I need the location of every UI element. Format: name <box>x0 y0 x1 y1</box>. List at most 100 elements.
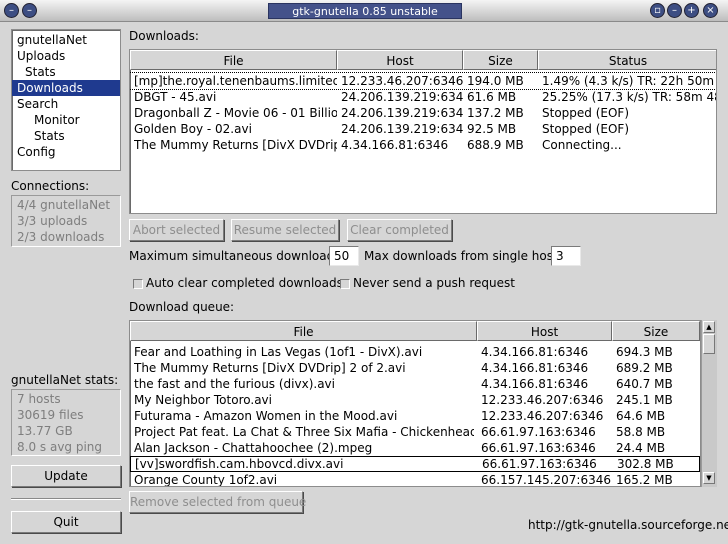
auto-clear-label: Auto clear completed downloads <box>146 276 343 290</box>
download-cell-file: Golden Boy - 02.avi <box>134 122 252 136</box>
nav-item-gnutellanet[interactable]: gnutellaNet <box>12 32 120 48</box>
stats-box: 7 hosts 30619 files 13.77 GB 8.0 s avg p… <box>11 389 121 456</box>
nav-item-monitor[interactable]: Monitor <box>12 112 120 128</box>
resume-selected-button[interactable]: Resume selected <box>231 219 339 241</box>
queue-row[interactable]: The Mummy Returns [DivX DVDrip] 2 of 2.a… <box>130 360 700 376</box>
download-cell-size: 92.5 MB <box>467 122 517 136</box>
queue-header-file[interactable]: File <box>130 321 477 341</box>
download-row[interactable]: Dragonball Z - Movie 06 - 01 Billio 24.20… <box>130 105 716 121</box>
queue-cell-size: 165.2 MB <box>616 473 673 487</box>
download-cell-size: 61.6 MB <box>467 90 517 104</box>
download-cell-file: The Mummy Returns [DivX DVDrip] <box>134 138 337 152</box>
nav-item-stats[interactable]: Stats <box>12 128 120 144</box>
iconify-icon[interactable]: ▫ <box>650 3 665 18</box>
downloads-header-status[interactable]: Status <box>538 50 716 70</box>
close-icon[interactable]: × <box>703 3 718 18</box>
queue-row[interactable]: [vv]swordfish.cam.hbovcd.divx.avi 66.61.9… <box>130 456 700 472</box>
stats-ping: 8.0 s avg ping <box>17 440 103 454</box>
downloads-header-size[interactable]: Size <box>463 50 538 70</box>
max-per-host-label: Max downloads from single host: <box>364 249 562 263</box>
clear-completed-button[interactable]: Clear completed <box>347 219 452 241</box>
footer-url[interactable]: http://gtk-gnutella.sourceforge.net/ <box>528 518 728 532</box>
max-per-host-input[interactable]: 3 <box>551 246 581 266</box>
queue-cell-host: 66.61.97.163:6346 <box>481 425 596 439</box>
queue-cell-file: the fast and the furious (divx).avi <box>134 377 335 391</box>
queue-row[interactable]: Orange County 1of2.avi 66.157.145.207:634… <box>130 472 700 487</box>
maximize-icon[interactable]: + <box>684 3 699 18</box>
queue-scrollbar[interactable]: ▲ ▼ <box>701 320 717 487</box>
queue-row[interactable]: My Neighbor Totoro.avi 12.233.46.207:6346… <box>130 392 700 408</box>
download-cell-status: 25.25% (17.3 k/s) TR: 58m 48s <box>542 90 717 104</box>
never-push-label: Never send a push request <box>353 276 515 290</box>
download-cell-status: Stopped (EOF) <box>542 106 630 120</box>
nav-tree: gnutellaNet Uploads Stats Downloads Search Mo… <box>11 29 121 171</box>
queue-cell-host: 66.61.97.163:6346 <box>482 457 597 471</box>
nav-item-downloads[interactable]: Downloads <box>12 80 120 96</box>
download-cell-file: Dragonball Z - Movie 06 - 01 Billio <box>134 106 337 120</box>
shade-icon[interactable]: – <box>22 3 37 18</box>
queue-cell-file: Project Pat feat. La Chat & Three Six Ma… <box>134 425 474 439</box>
queue-row[interactable]: Futurama - Amazon Women in the Mood.avi 1… <box>130 408 700 424</box>
minimize-icon[interactable]: – <box>667 3 682 18</box>
title-bar: – – gtk-gnutella 0.85 unstable ▫ – + × <box>0 0 728 22</box>
download-cell-host: 12.233.46.207:6346 <box>341 74 463 88</box>
queue-row[interactable]: Project Pat feat. La Chat & Three Six Ma… <box>130 424 700 440</box>
downloads-header-file[interactable]: File <box>130 50 337 70</box>
scroll-up-icon[interactable]: ▲ <box>703 321 715 333</box>
download-row[interactable]: DBGT - 45.avi 24.206.139.219:6346 61.6 MB 2… <box>130 89 717 105</box>
download-row[interactable]: [mp]the.royal.tenenbaums.limited.scr 12.2… <box>130 72 716 90</box>
scroll-thumb[interactable] <box>703 334 715 354</box>
queue-row[interactable]: Fear and Loathing in Las Vegas (1of1 - D… <box>130 344 700 360</box>
connections-downloads: 2/3 downloads <box>17 230 105 244</box>
scroll-down-icon[interactable]: ▼ <box>703 472 715 484</box>
downloads-header-host[interactable]: Host <box>337 50 463 70</box>
quit-button[interactable]: Quit <box>11 511 121 533</box>
nav-item-stats[interactable]: Stats <box>12 64 120 80</box>
queue-header-host[interactable]: Host <box>477 321 612 341</box>
queue-cell-file: My Neighbor Totoro.avi <box>134 393 272 407</box>
queue-cell-file: [vv]swordfish.cam.hbovcd.divx.avi <box>135 457 344 471</box>
queue-cell-host: 4.34.166.81:6346 <box>481 361 589 375</box>
download-cell-host: 24.206.139.219:6346 <box>341 106 463 120</box>
download-cell-file: [mp]the.royal.tenenbaums.limited.scr <box>134 74 337 88</box>
download-row[interactable]: The Mummy Returns [DivX DVDrip] 4.34.166.… <box>130 137 716 153</box>
abort-selected-button[interactable]: Abort selected <box>129 219 224 241</box>
nav-item-uploads[interactable]: Uploads <box>12 48 120 64</box>
stats-files: 30619 files <box>17 408 84 422</box>
queue-cell-size: 302.8 MB <box>617 457 674 471</box>
nav-item-search[interactable]: Search <box>12 96 120 112</box>
download-cell-host: 24.206.139.219:6346 <box>341 90 463 104</box>
connections-box: 4/4 gnutellaNet 3/3 uploads 2/3 download… <box>11 195 121 247</box>
max-simultaneous-label: Maximum simultaneous downloads: <box>129 249 345 263</box>
queue-row[interactable]: Alan Jackson - Chattahoochee (2).mpeg 66.… <box>130 440 700 456</box>
stats-hosts: 7 hosts <box>17 392 61 406</box>
download-cell-status: 1.49% (4.3 k/s) TR: 22h 50m <box>542 74 715 88</box>
queue-cell-host: 4.34.166.81:6346 <box>481 345 589 359</box>
downloads-list[interactable]: File Host Size Status [mp]the.royal.tene… <box>129 49 717 214</box>
stats-size: 13.77 GB <box>17 424 73 438</box>
download-cell-size: 194.0 MB <box>467 74 524 88</box>
update-button[interactable]: Update <box>11 465 121 487</box>
auto-clear-checkbox[interactable] <box>133 279 143 289</box>
queue-cell-file: Alan Jackson - Chattahoochee (2).mpeg <box>134 441 373 455</box>
queue-list[interactable]: File Host Size Fear and Loathing in Las … <box>129 320 701 487</box>
stats-label: gnutellaNet stats: <box>11 373 119 387</box>
download-row[interactable]: Golden Boy - 02.avi 24.206.139.219:6346 92… <box>130 121 716 137</box>
download-cell-host: 24.206.139.219:6346 <box>341 122 463 136</box>
remove-from-queue-button[interactable]: Remove selected from queue <box>129 491 306 513</box>
queue-cell-host: 12.233.46.207:6346 <box>481 393 604 407</box>
queue-header-size[interactable]: Size <box>612 321 700 341</box>
queue-cell-size: 245.1 MB <box>616 393 673 407</box>
queue-row[interactable]: the fast and the furious (divx).avi 4.34.… <box>130 376 700 392</box>
nav-item-config[interactable]: Config <box>12 144 120 160</box>
window-menu-icon[interactable]: – <box>4 3 19 18</box>
queue-cell-size: 694.3 MB <box>616 345 673 359</box>
queue-cell-file: Futurama - Amazon Women in the Mood.avi <box>134 409 398 423</box>
connections-gnutellanet: 4/4 gnutellaNet <box>17 198 111 212</box>
download-cell-size: 137.2 MB <box>467 106 524 120</box>
connections-uploads: 3/3 uploads <box>17 214 88 228</box>
download-cell-file: DBGT - 45.avi <box>134 90 217 104</box>
never-push-checkbox[interactable] <box>340 279 350 289</box>
queue-cell-host: 66.157.145.207:6346 <box>481 473 612 487</box>
max-simultaneous-input[interactable]: 50 <box>329 246 359 266</box>
